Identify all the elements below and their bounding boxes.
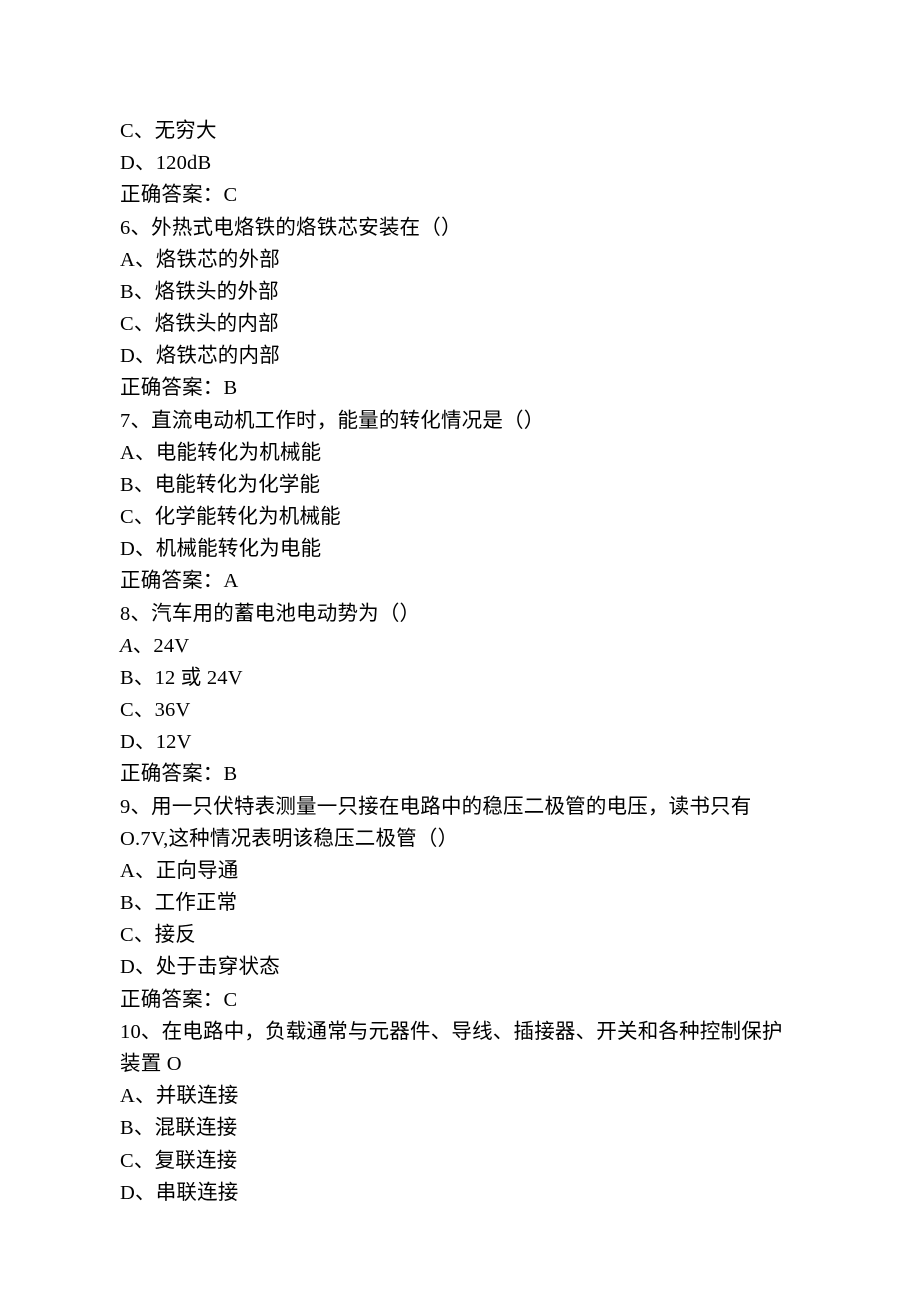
q5-answer: 正确答案：C bbox=[120, 179, 800, 211]
q8-option-b: B、12 或 24V bbox=[120, 662, 800, 694]
q9-stem-line1: 9、用一只伏特表测量一只接在电路中的稳压二极管的电压，读书只有 bbox=[120, 791, 800, 823]
q9-option-a: A、正向导通 bbox=[120, 855, 800, 887]
q6-option-c: C、烙铁头的内部 bbox=[120, 308, 800, 340]
q9-option-c: C、接反 bbox=[120, 919, 800, 951]
q6-answer: 正确答案：B bbox=[120, 372, 800, 404]
q10-option-d: D、串联连接 bbox=[120, 1177, 800, 1209]
q8-option-a-letter: A bbox=[120, 635, 133, 657]
q7-option-c: C、化学能转化为机械能 bbox=[120, 501, 800, 533]
q9-stem-line2: O.7V,这种情况表明该稳压二极管（） bbox=[120, 823, 800, 855]
q8-option-a-rest: 、24V bbox=[133, 635, 190, 657]
q8-option-a: A、24V bbox=[120, 630, 800, 662]
q5-option-c: C、无穷大 bbox=[120, 115, 800, 147]
q8-option-d: D、12V bbox=[120, 726, 800, 758]
q8-answer: 正确答案：B bbox=[120, 758, 800, 790]
q5-option-d: D、120dB bbox=[120, 147, 800, 179]
q7-answer: 正确答案：A bbox=[120, 565, 800, 597]
q7-option-b: B、电能转化为化学能 bbox=[120, 469, 800, 501]
q9-answer: 正确答案：C bbox=[120, 984, 800, 1016]
q10-option-c: C、复联连接 bbox=[120, 1145, 800, 1177]
q6-stem: 6、外热式电烙铁的烙铁芯安装在（） bbox=[120, 212, 800, 244]
q6-option-b: B、烙铁头的外部 bbox=[120, 276, 800, 308]
q9-option-b: B、工作正常 bbox=[120, 887, 800, 919]
q7-option-a: A、电能转化为机械能 bbox=[120, 437, 800, 469]
q10-option-a: A、并联连接 bbox=[120, 1080, 800, 1112]
q9-option-d: D、处于击穿状态 bbox=[120, 951, 800, 983]
q10-option-b: B、混联连接 bbox=[120, 1112, 800, 1144]
q7-stem: 7、直流电动机工作时，能量的转化情况是（） bbox=[120, 405, 800, 437]
q6-option-d: D、烙铁芯的内部 bbox=[120, 340, 800, 372]
q6-option-a: A、烙铁芯的外部 bbox=[120, 244, 800, 276]
document-page: C、无穷大 D、120dB 正确答案：C 6、外热式电烙铁的烙铁芯安装在（） A… bbox=[0, 0, 920, 1301]
q7-option-d: D、机械能转化为电能 bbox=[120, 533, 800, 565]
q8-stem: 8、汽车用的蓄电池电动势为（） bbox=[120, 598, 800, 630]
q10-stem-line2: 装置 O bbox=[120, 1048, 800, 1080]
q8-option-c: C、36V bbox=[120, 694, 800, 726]
q10-stem-line1: 10、在电路中，负载通常与元器件、导线、插接器、开关和各种控制保护 bbox=[120, 1016, 800, 1048]
